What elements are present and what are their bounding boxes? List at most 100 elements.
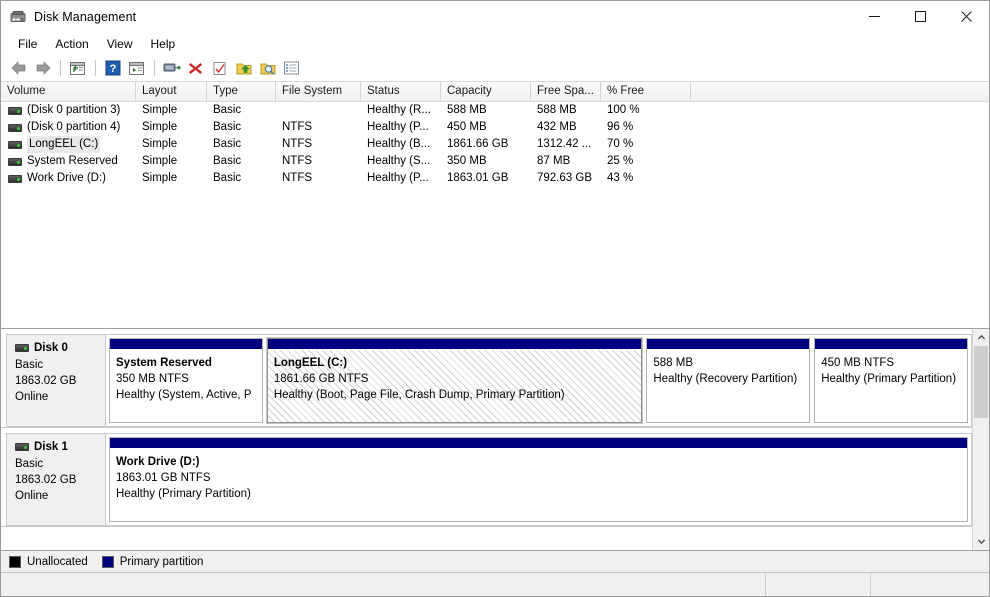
partition-size-fs: 350 MB NTFS (116, 373, 189, 385)
cell-status: Healthy (S... (367, 155, 431, 167)
column-header-layout[interactable]: Layout (136, 82, 207, 101)
disk-size: 1863.02 GB (15, 474, 77, 486)
menu-file[interactable]: File (9, 34, 46, 54)
partition-status: Healthy (Primary Partition) (116, 488, 251, 500)
partition-size-fs: 1863.01 GB NTFS (116, 472, 211, 484)
partition-details: Work Drive (D:) 1863.01 GB NTFS Healthy (P… (110, 449, 967, 521)
partition-label: System Reserved (116, 357, 212, 369)
partition-type-bar (815, 339, 967, 350)
disk-state: Online (15, 391, 49, 403)
column-header-status[interactable]: Status (361, 82, 441, 101)
legend-bar: Unallocated Primary partition (1, 550, 989, 572)
cell-volume: Work Drive (D:) (1, 170, 136, 187)
window-title: Disk Management (34, 9, 137, 24)
cell-layout: Simple (142, 138, 178, 150)
cell-free-space: 588 MB (537, 104, 577, 116)
cell-file-system: NTFS (282, 172, 313, 184)
volume-drive-icon (8, 106, 22, 115)
forward-icon[interactable] (31, 57, 54, 79)
cell-type: Basic (213, 138, 242, 150)
disk-type: Basic (15, 359, 44, 371)
column-header-file-system[interactable]: File System (276, 82, 361, 101)
volume-list-header: Volume Layout Type File System Status Capacit… (1, 82, 989, 102)
properties-icon[interactable] (208, 57, 231, 79)
partition-type-bar (110, 339, 262, 350)
cell-volume-label: Work Drive (D:) (27, 172, 107, 184)
cell-capacity: 450 MB (447, 121, 487, 133)
cell-type: Basic (213, 121, 242, 133)
cell-layout: Simple (142, 104, 178, 116)
menu-bar: File Action View Help (1, 32, 989, 55)
maximize-button[interactable] (897, 1, 943, 32)
legend-label: Unallocated (27, 555, 88, 568)
partition-block[interactable]: 588 MB Healthy (Recovery Partition) (646, 338, 811, 423)
disk-name-label: Disk 0 (34, 342, 68, 354)
title-bar: Disk Management (1, 1, 989, 32)
cell-capacity: 1861.66 GB (447, 138, 509, 150)
partition-block[interactable]: System Reserved 350 MB NTFS Healthy (Syste… (109, 338, 263, 423)
partition-status: Healthy (Primary Partition) (821, 373, 957, 385)
scrollbar-thumb[interactable] (974, 346, 988, 418)
export-list-icon[interactable] (232, 57, 255, 79)
graphical-view-scrollbar[interactable] (972, 329, 989, 550)
disk-info-panel[interactable]: Disk 1 Basic 1863.02 GB Online (6, 433, 106, 526)
legend-swatch-icon (101, 555, 114, 568)
table-row[interactable]: (Disk 0 partition 4) Simple Basic NTFS Healt… (1, 119, 989, 136)
table-row[interactable]: (Disk 0 partition 3) Simple Basic Healthy (… (1, 102, 989, 119)
back-icon[interactable] (7, 57, 30, 79)
partition-block[interactable]: LongEEL (C:) 1861.66 GB NTFS Healthy (Boot… (265, 337, 644, 424)
column-header-volume[interactable]: Volume (1, 82, 136, 101)
volume-list-rows: (Disk 0 partition 3) Simple Basic Healthy (… (1, 102, 989, 187)
partition-block[interactable]: 450 MB NTFS Healthy (Primary Partition) (814, 338, 968, 423)
cell-capacity: 588 MB (447, 104, 487, 116)
partition-type-bar (267, 339, 642, 350)
cell-free-space: 432 MB (537, 121, 577, 133)
column-header-capacity[interactable]: Capacity (441, 82, 531, 101)
connect-computer-icon[interactable] (160, 57, 183, 79)
disk-info-panel[interactable]: Disk 0 Basic 1863.02 GB Online (6, 334, 106, 427)
cell-volume-label: (Disk 0 partition 4) (27, 121, 121, 133)
column-header-type[interactable]: Type (207, 82, 276, 101)
legend-item: Unallocated (9, 555, 88, 568)
column-header--free[interactable]: % Free (601, 82, 691, 101)
column-header-free-spa[interactable]: Free Spa... (531, 82, 601, 101)
graphical-view-pane: Disk 0 Basic 1863.02 GB Online System Reserv… (1, 329, 989, 550)
toolbar-separator (60, 60, 61, 76)
partition-status: Healthy (System, Active, P (116, 389, 252, 401)
menu-action[interactable]: Action (46, 34, 97, 54)
legend-swatch-icon (9, 555, 21, 568)
close-button[interactable] (943, 1, 989, 32)
cell-file-system: NTFS (282, 138, 313, 150)
minimize-button[interactable] (851, 1, 897, 32)
cell-status: Healthy (P... (367, 172, 429, 184)
up-one-level-icon[interactable] (66, 57, 89, 79)
delete-icon[interactable] (184, 57, 207, 79)
cell-volume: (Disk 0 partition 4) (1, 119, 136, 136)
table-row[interactable]: Work Drive (D:) Simple Basic NTFS Healthy (P… (1, 170, 989, 187)
toolbar-separator (95, 60, 96, 76)
cell-free-space: 87 MB (537, 155, 571, 167)
menu-view[interactable]: View (98, 34, 142, 54)
cell-free-space: 792.63 GB (537, 172, 592, 184)
cell-percent-free: 25 % (607, 155, 634, 167)
scroll-down-icon[interactable] (973, 533, 989, 550)
table-row[interactable]: LongEEL (C:) Simple Basic NTFS Healthy (B...… (1, 136, 989, 153)
scrollbar-track[interactable] (973, 346, 989, 533)
cell-status: Healthy (P... (367, 121, 429, 133)
cell-file-system: NTFS (282, 155, 313, 167)
partition-block[interactable]: Work Drive (D:) 1863.01 GB NTFS Healthy (P… (109, 437, 968, 522)
scroll-up-icon[interactable] (973, 329, 989, 346)
detail-view-icon[interactable] (280, 57, 303, 79)
column-header-filler (691, 82, 989, 101)
menu-help[interactable]: Help (142, 34, 185, 54)
legend-label: Primary partition (119, 555, 204, 568)
cell-type: Basic (213, 172, 242, 184)
cell-capacity: 350 MB (447, 155, 487, 167)
show-console-tree-icon[interactable] (125, 57, 148, 79)
rescan-disks-icon[interactable] (256, 57, 279, 79)
cell-percent-free: 96 % (607, 121, 634, 133)
table-row[interactable]: System Reserved Simple Basic NTFS Healthy (S… (1, 153, 989, 170)
cell-volume: System Reserved (1, 153, 136, 170)
help-icon[interactable]: ? (101, 57, 124, 79)
cell-type: Basic (213, 104, 242, 116)
